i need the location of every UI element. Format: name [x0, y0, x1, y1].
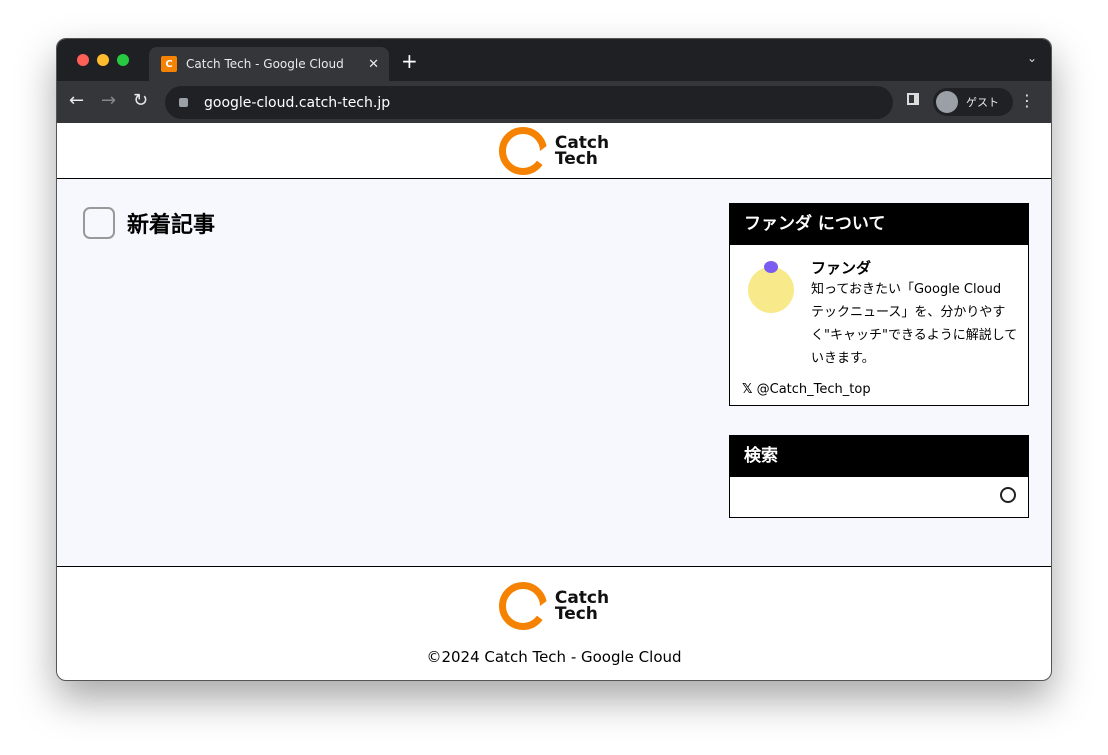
close-window-button[interactable]: [77, 54, 89, 66]
avatar-icon: [936, 91, 958, 113]
logo-mark-icon: [498, 126, 548, 175]
menu-icon[interactable]: ⋮: [1019, 91, 1035, 110]
about-title: ファンダ について: [730, 204, 1028, 245]
new-tab-button[interactable]: +: [401, 49, 418, 73]
copyright: ©2024 Catch Tech - Google Cloud: [426, 648, 682, 666]
site-logo[interactable]: Catch Tech: [498, 126, 609, 175]
search-input[interactable]: [730, 477, 1028, 517]
page-title-text: 新着記事: [127, 213, 216, 238]
minimize-window-button[interactable]: [97, 54, 109, 66]
profile-label: ゲスト: [966, 96, 999, 109]
browser-tab[interactable]: C Catch Tech - Google Cloud ✕: [149, 47, 389, 81]
back-icon[interactable]: ←: [69, 90, 84, 111]
footer-logo-mark-icon: [498, 582, 548, 630]
logo-text-2: Tech: [554, 148, 598, 169]
author-description: 知っておきたい「Google Cloud テックニュース」を、分かりやすく"キャ…: [811, 282, 1018, 366]
footer-logo-text-2: Tech: [554, 604, 598, 624]
tab-bar: C Catch Tech - Google Cloud ✕ + ⌄: [57, 39, 1051, 81]
twitter-handle: @Catch_Tech_top: [756, 382, 871, 397]
address-bar[interactable]: google-cloud.catch-tech.jp: [165, 86, 893, 119]
twitter-link[interactable]: 𝕏 @Catch_Tech_top: [730, 370, 1028, 405]
main-content: 新着記事 ファンダ について ファンダ 知っておきたい「Google Cloud…: [57, 179, 1051, 567]
reload-icon[interactable]: ↻: [133, 90, 148, 111]
profile-button[interactable]: ゲスト: [933, 88, 1013, 116]
tab-search-chevron-icon[interactable]: ⌄: [1027, 51, 1037, 65]
browser-toolbar: ← → ↻ google-cloud.catch-tech.jp ゲスト ⋮: [57, 81, 1051, 123]
favicon-icon: C: [161, 56, 177, 72]
x-icon: 𝕏: [742, 382, 753, 397]
article-icon: [83, 207, 115, 239]
search-title: 検索: [730, 436, 1028, 477]
lock-icon: [179, 98, 188, 107]
url-text: google-cloud.catch-tech.jp: [204, 94, 391, 111]
site-footer: Catch Tech ©2024 Catch Tech - Google Clou…: [57, 567, 1051, 666]
fanda-avatar: [748, 261, 794, 313]
author-name: ファンダ: [811, 259, 872, 277]
site-header: Catch Tech: [57, 123, 1051, 179]
tab-title: Catch Tech - Google Cloud: [186, 57, 344, 71]
search-widget: 検索: [729, 435, 1029, 518]
maximize-window-button[interactable]: [117, 54, 129, 66]
search-icon[interactable]: [1000, 487, 1016, 503]
browser-window: C Catch Tech - Google Cloud ✕ + ⌄ ← → ↻ …: [56, 38, 1052, 681]
page-title: 新着記事: [83, 207, 215, 239]
side-panel-icon[interactable]: [907, 93, 919, 105]
footer-logo[interactable]: Catch Tech: [57, 582, 1051, 630]
forward-icon[interactable]: →: [101, 90, 116, 111]
close-tab-icon[interactable]: ✕: [368, 57, 379, 72]
about-widget: ファンダ について ファンダ 知っておきたい「Google Cloud テックニ…: [729, 203, 1029, 406]
